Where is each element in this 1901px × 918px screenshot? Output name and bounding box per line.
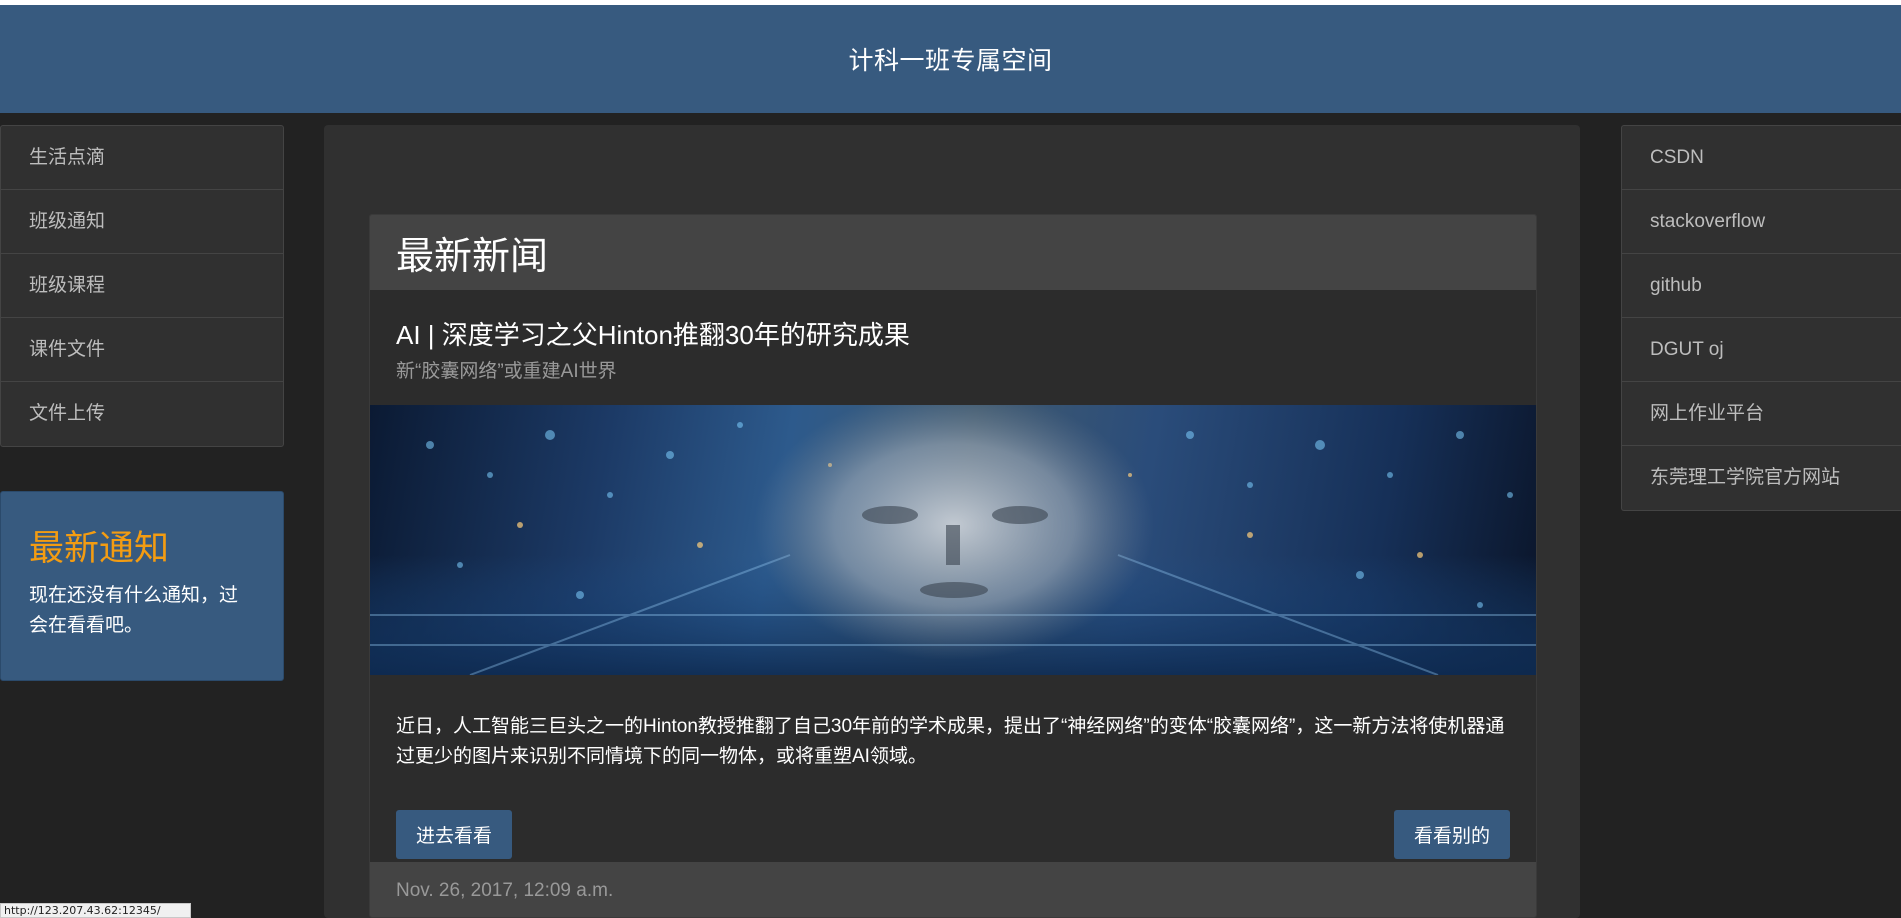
- article-title: AI | 深度学习之父Hinton推翻30年的研究成果: [396, 320, 910, 350]
- link-dgut-official-site[interactable]: 东莞理工学院官方网站: [1622, 446, 1901, 510]
- notice-text: 现在还没有什么通知，过会在看看吧。: [29, 585, 239, 636]
- article-body: 近日，人工智能三巨头之一的Hinton教授推翻了自己30年前的学术成果，提出了“…: [396, 716, 1505, 767]
- left-sidebar-menu: 生活点滴 班级通知 班级课程 课件文件 文件上传: [0, 125, 284, 447]
- browser-status-url: http://123.207.43.62:12345/: [0, 903, 191, 918]
- right-links-menu: CSDN stackoverflow github DGUT oj 网上作业平台…: [1621, 125, 1901, 511]
- site-title[interactable]: 计科一班专属空间: [848, 41, 1052, 77]
- news-footer: Nov. 26, 2017, 12:09 a.m.: [370, 862, 1536, 917]
- sidebar-item-course-files[interactable]: 课件文件: [1, 318, 283, 382]
- notice-title: 最新通知: [29, 529, 170, 568]
- news-date: Nov. 26, 2017, 12:09 a.m.: [396, 879, 614, 901]
- enter-button[interactable]: 进去看看: [396, 810, 512, 859]
- sidebar-item-class-notice[interactable]: 班级通知: [1, 190, 283, 254]
- news-header-title: 最新新闻: [396, 236, 549, 278]
- navbar: 计科一班专属空间: [0, 5, 1901, 113]
- main-panel: 最新新闻 AI | 深度学习之父Hinton推翻30年的研究成果 新“胶囊网络”…: [324, 125, 1580, 918]
- see-other-button[interactable]: 看看别的: [1394, 810, 1510, 859]
- sidebar-item-file-upload[interactable]: 文件上传: [1, 382, 283, 446]
- news-card: 最新新闻 AI | 深度学习之父Hinton推翻30年的研究成果 新“胶囊网络”…: [369, 214, 1537, 918]
- sidebar-item-class-courses[interactable]: 班级课程: [1, 254, 283, 318]
- article-image: [370, 405, 1536, 675]
- link-stackoverflow[interactable]: stackoverflow: [1622, 190, 1901, 254]
- link-dgut-oj[interactable]: DGUT oj: [1622, 318, 1901, 382]
- news-header: 最新新闻: [370, 215, 1536, 290]
- link-csdn[interactable]: CSDN: [1622, 126, 1901, 190]
- article-subtitle: 新“胶囊网络”或重建AI世界: [396, 361, 617, 382]
- link-github[interactable]: github: [1622, 254, 1901, 318]
- latest-notice-panel: 最新通知 现在还没有什么通知，过会在看看吧。: [0, 491, 284, 681]
- ai-face-image: [370, 405, 1536, 675]
- sidebar-item-life[interactable]: 生活点滴: [1, 126, 283, 190]
- link-homework-platform[interactable]: 网上作业平台: [1622, 382, 1901, 446]
